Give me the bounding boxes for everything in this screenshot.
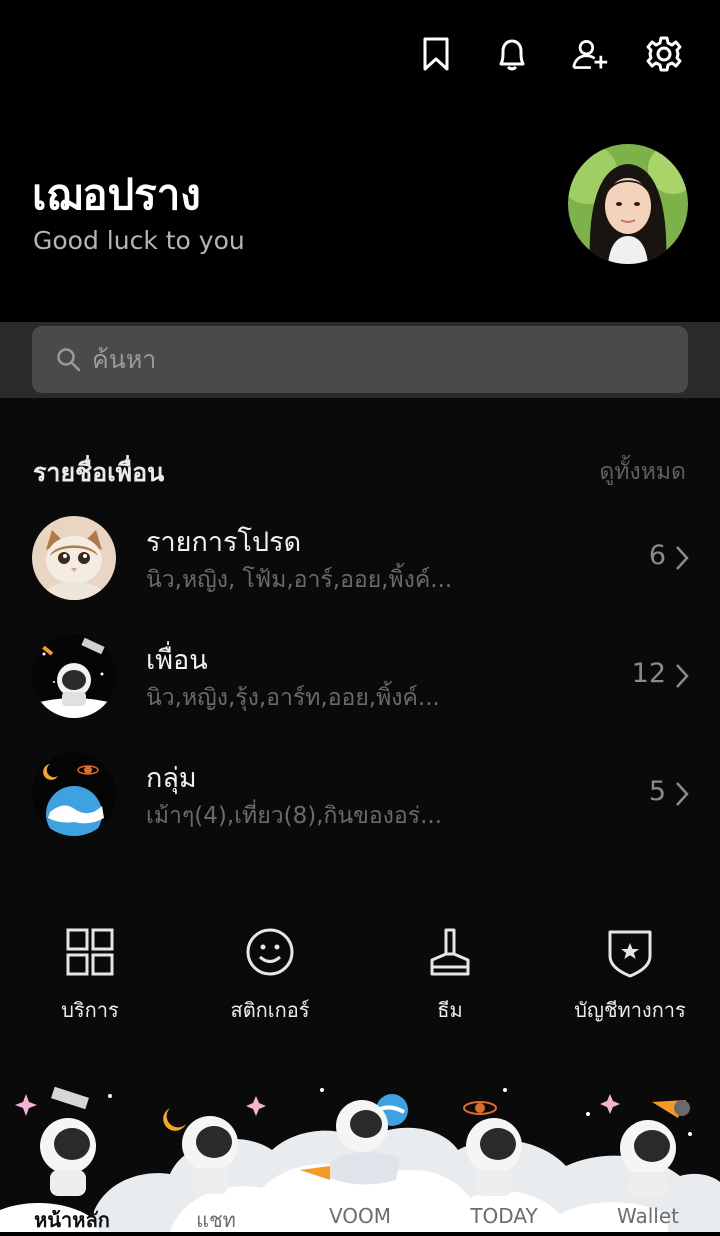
chevron-right-icon bbox=[676, 782, 689, 806]
bell-icon[interactable] bbox=[491, 33, 533, 75]
friends-avatar bbox=[32, 634, 116, 718]
search-input[interactable] bbox=[90, 344, 654, 375]
chevron-right-icon bbox=[676, 546, 689, 570]
search-icon bbox=[57, 347, 81, 371]
services-button[interactable]: บริการ bbox=[5, 924, 175, 1034]
bookmark-icon[interactable] bbox=[415, 33, 457, 75]
row-title: รายการโปรด bbox=[146, 527, 302, 558]
tab-wallet[interactable]: Wallet bbox=[576, 1204, 720, 1228]
services-label: บริการ bbox=[61, 998, 119, 1022]
friends-section-title: รายชื่อเพื่อน bbox=[33, 458, 165, 487]
tab-today[interactable]: TODAY bbox=[432, 1204, 576, 1228]
stickers-button[interactable]: สติกเกอร์ bbox=[185, 924, 355, 1034]
themes-button[interactable]: ธีม bbox=[365, 924, 535, 1034]
friend-list-row-favorites[interactable]: รายการโปรด นิว,หญิง, โฟ้ม,อาร์,ออย,พิ้งค… bbox=[0, 516, 720, 616]
profile-avatar[interactable] bbox=[568, 144, 688, 264]
search-bar[interactable] bbox=[32, 326, 688, 393]
official-accounts-button[interactable]: บัญชีทางการ bbox=[545, 924, 715, 1034]
friend-list-row-groups[interactable]: กลุ่ม เม้าๆ(4),เที่ยว(8),กินของอร่... 5 bbox=[0, 752, 720, 852]
shield-star-icon bbox=[608, 930, 652, 978]
add-friend-icon[interactable] bbox=[569, 33, 611, 75]
themes-label: ธีม bbox=[437, 998, 463, 1022]
favorites-avatar bbox=[32, 516, 116, 600]
row-count: 12 bbox=[631, 658, 666, 689]
profile-status-message[interactable]: Good luck to you bbox=[33, 226, 245, 255]
row-count: 5 bbox=[648, 776, 666, 807]
profile-name[interactable]: เฌอปราง bbox=[32, 162, 201, 228]
chevron-right-icon bbox=[676, 664, 689, 688]
row-subtitle: นิว,หญิง,รุ้ง,อาร์ท,ออย,พิ้งค์... bbox=[146, 685, 440, 711]
tab-home[interactable]: หน้าหลัก bbox=[0, 1204, 144, 1236]
official-accounts-label: บัญชีทางการ bbox=[574, 998, 686, 1022]
tab-chats[interactable]: แชท bbox=[144, 1204, 288, 1236]
groups-avatar bbox=[32, 752, 116, 836]
row-count: 6 bbox=[648, 540, 666, 571]
row-title: เพื่อน bbox=[146, 645, 208, 676]
row-subtitle: เม้าๆ(4),เที่ยว(8),กินของอร่... bbox=[146, 803, 443, 829]
smiley-icon bbox=[246, 928, 294, 976]
brush-icon bbox=[430, 928, 470, 976]
tab-voom[interactable]: VOOM bbox=[288, 1204, 432, 1228]
settings-icon[interactable] bbox=[643, 33, 685, 75]
row-subtitle: นิว,หญิง, โฟ้ม,อาร์,ออย,พิ้งค์... bbox=[146, 567, 453, 593]
row-title: กลุ่ม bbox=[146, 763, 197, 794]
see-all-link[interactable]: ดูทั้งหมด bbox=[599, 454, 686, 490]
stickers-label: สติกเกอร์ bbox=[230, 998, 310, 1022]
friend-list-row-friends[interactable]: เพื่อน นิว,หญิง,รุ้ง,อาร์ท,ออย,พิ้งค์...… bbox=[0, 634, 720, 734]
grid-icon bbox=[66, 928, 114, 976]
